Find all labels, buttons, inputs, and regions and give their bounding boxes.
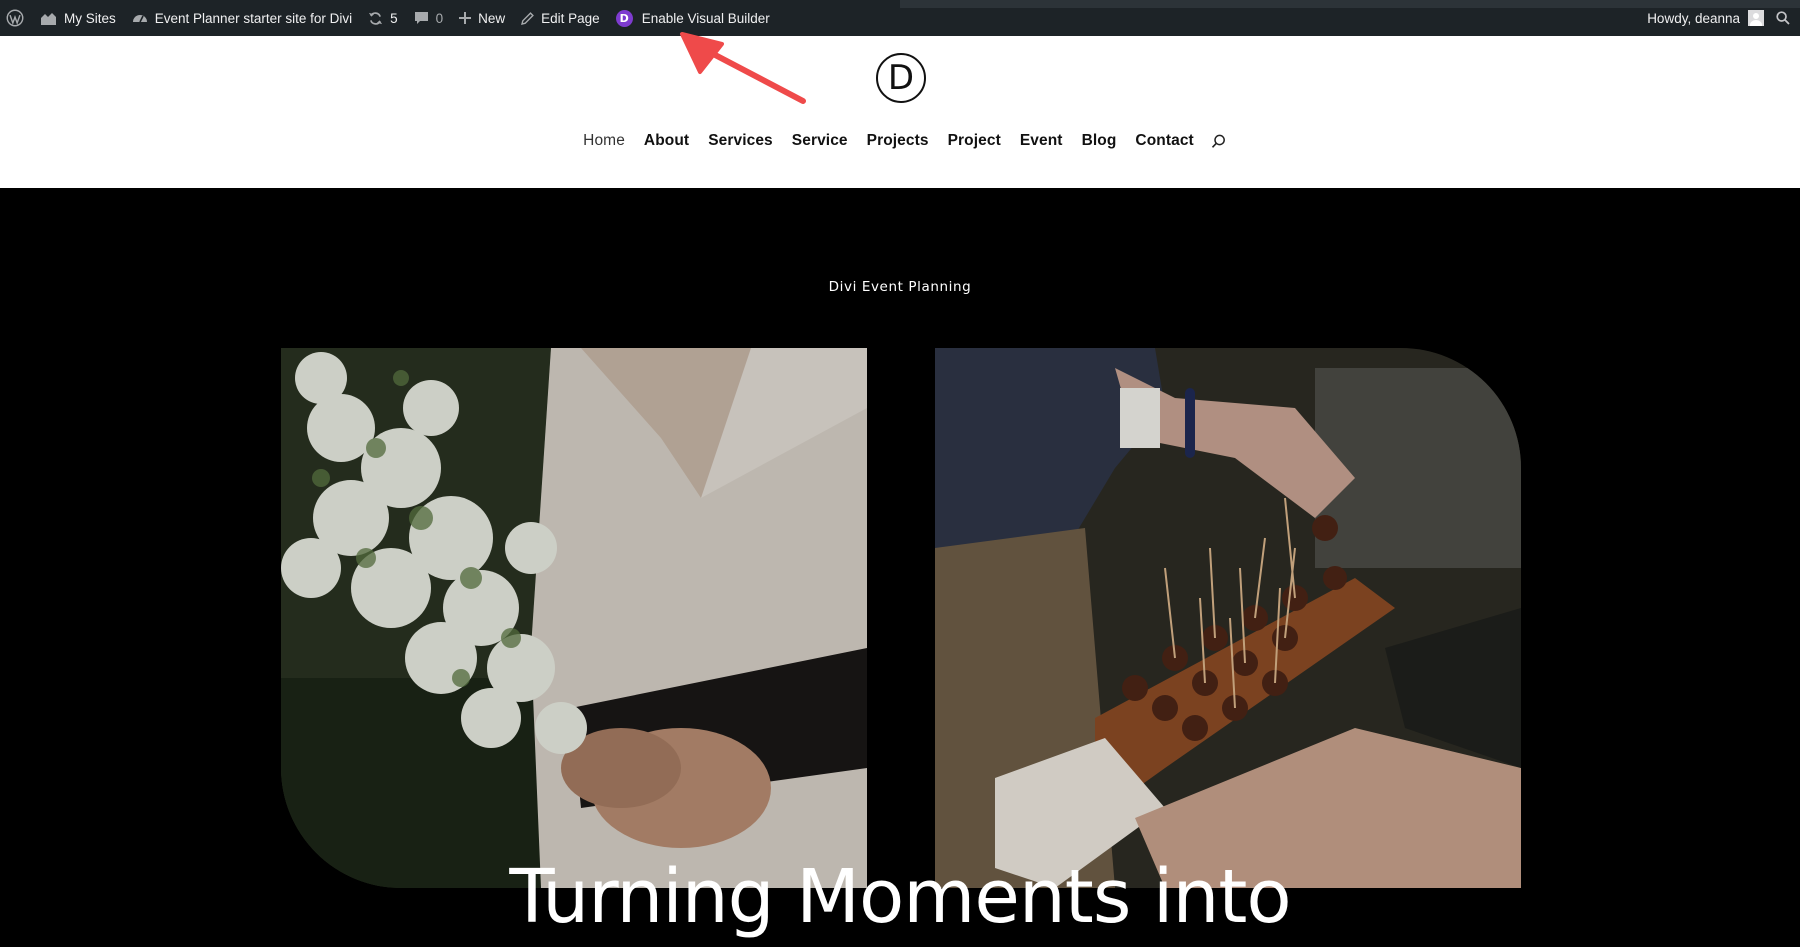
pencil-icon <box>521 11 535 25</box>
annotation-arrow-icon <box>680 32 806 104</box>
main-navigation: Home About Services Service Projects Pro… <box>0 132 1800 150</box>
hero-title: Turning Moments into <box>509 854 1291 940</box>
account-menu[interactable]: Howdy, deanna <box>1639 0 1768 36</box>
my-sites-label: My Sites <box>64 10 116 26</box>
nav-item-service[interactable]: Service <box>792 132 848 150</box>
wordpress-logo-button[interactable] <box>6 0 32 36</box>
greeting-label: Howdy, deanna <box>1647 10 1740 26</box>
nav-item-contact[interactable]: Contact <box>1135 132 1193 150</box>
edit-page-button[interactable]: Edit Page <box>513 0 608 36</box>
site-name-menu[interactable]: Event Planner starter site for Divi <box>124 0 360 36</box>
new-content-button[interactable]: New <box>451 0 513 36</box>
comments-count: 0 <box>435 10 444 26</box>
site-logo[interactable]: D <box>876 53 926 103</box>
updates-count: 5 <box>390 10 398 26</box>
nav-item-projects[interactable]: Projects <box>867 132 929 150</box>
updates-button[interactable]: 5 <box>360 0 406 36</box>
updates-icon <box>369 11 383 25</box>
nav-item-services[interactable]: Services <box>708 132 773 150</box>
comments-button[interactable]: 0 <box>406 0 452 36</box>
site-name-label: Event Planner starter site for Divi <box>154 10 353 26</box>
comment-icon <box>414 12 428 24</box>
nav-item-home[interactable]: Home <box>583 132 625 150</box>
edit-page-label: Edit Page <box>541 10 600 26</box>
avatar <box>1748 10 1764 26</box>
nav-item-about[interactable]: About <box>644 132 689 150</box>
admin-bar-right: Howdy, deanna <box>1639 0 1800 36</box>
divi-logo-icon: D <box>615 9 633 27</box>
my-sites-icon <box>41 12 56 25</box>
catering-appetizers-image <box>935 348 1521 888</box>
search-icon <box>1776 11 1790 25</box>
nav-item-event[interactable]: Event <box>1020 132 1063 150</box>
new-label: New <box>478 10 506 26</box>
nav-item-project[interactable]: Project <box>948 132 1001 150</box>
nav-item-blog[interactable]: Blog <box>1082 132 1117 150</box>
hero-section: Divi Event Planning Turning Moments into <box>0 188 1800 947</box>
wordpress-icon <box>6 9 24 27</box>
wp-admin-bar: My Sites Event Planner starter site for … <box>0 0 1800 36</box>
admin-search-button[interactable] <box>1768 0 1800 36</box>
dashboard-icon <box>132 15 147 23</box>
site-header: D Home About Services Service Projects P… <box>0 36 1800 188</box>
bride-bouquet-image <box>281 348 867 888</box>
visual-builder-label: Enable Visual Builder <box>641 10 770 26</box>
plus-icon <box>459 12 472 24</box>
my-sites-menu[interactable]: My Sites <box>32 0 124 36</box>
hero-eyebrow: Divi Event Planning <box>828 279 972 295</box>
search-icon[interactable] <box>1211 134 1226 149</box>
